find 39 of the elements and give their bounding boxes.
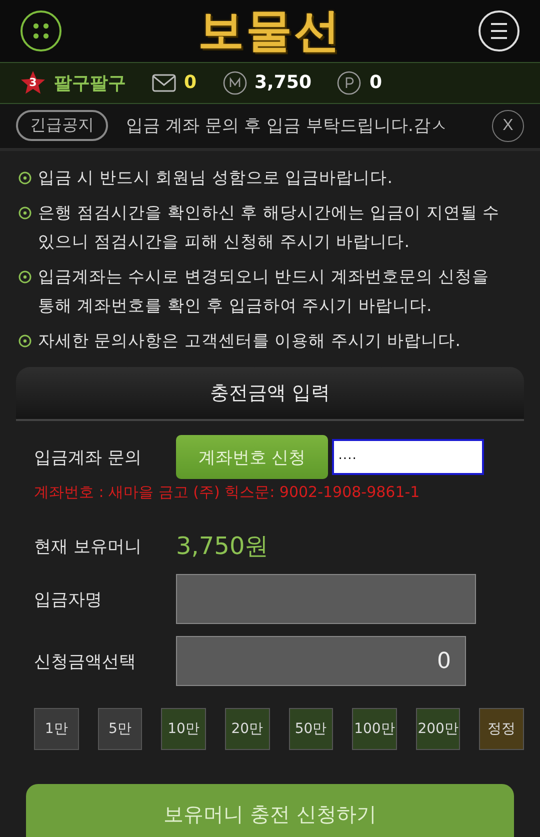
amount-button[interactable]: 20만 [224, 708, 270, 750]
money-balance: 3,750 [254, 72, 312, 94]
notice-text: 입금 계좌 문의 후 입금 부탁드립니다.감ㅅ [126, 115, 448, 138]
menu-icon[interactable] [478, 10, 520, 52]
notice-item: 입금계좌는 수시로 변경되오니 반드시 계좌번호문의 신청을 통해 계좌번호를 확인 후 입금하여 주시기 바랍니다. [38, 266, 490, 318]
username: 팔구팔구 [54, 72, 126, 95]
account-info: 계좌번호 : 새마을 금고 (주) 힉스문: 9002-1908-9861-1 [33, 482, 421, 502]
close-button[interactable]: X [492, 110, 524, 142]
amount-button[interactable]: 100만 [352, 708, 397, 750]
field-label: 입금자명 [34, 588, 103, 611]
notice-item: 입금 시 반드시 회원님 성함으로 입금바랍니다. [38, 167, 392, 190]
message-count: 0 [184, 72, 197, 94]
balance-amount: 3,750원 [176, 531, 269, 562]
amount-button[interactable]: 정정 [479, 708, 524, 750]
bullet-icon [18, 334, 32, 348]
field-label: 입금계좌 문의 [34, 446, 142, 469]
points-icon [337, 70, 362, 95]
amount-button[interactable]: 10만 [161, 708, 206, 750]
depositor-field[interactable] [176, 574, 476, 624]
amount-button[interactable]: 1만 [34, 708, 79, 750]
field-label: 신청금액선택 [34, 650, 137, 673]
amount-button[interactable]: 200만 [416, 708, 460, 750]
money-icon [222, 70, 247, 95]
points-balance: 0 [369, 72, 382, 94]
mail-icon[interactable] [152, 74, 176, 92]
password-field[interactable]: ···· [332, 439, 484, 476]
panel-header: 충전금액 입력 [16, 367, 524, 422]
notice-item: 은행 점검시간을 확인하신 후 해당시간에는 입금이 지연될 수 있으니 점검시간을 피해 신청해 주시기 바랍니다. [38, 202, 501, 254]
bullet-icon [18, 206, 32, 220]
amount-button[interactable]: 50만 [288, 708, 334, 750]
level-star-icon: 3 [20, 70, 46, 96]
apps-icon[interactable] [20, 10, 62, 52]
amount-button[interactable]: 5만 [98, 708, 142, 750]
field-label: 현재 보유머니 [34, 536, 142, 558]
notice-item: 자세한 문의사항은 고객센터를 이용해 주시기 바랍니다. [38, 330, 460, 352]
urgent-notice-badge: 긴급공지 [16, 110, 108, 142]
bullet-icon [18, 270, 32, 284]
bullet-icon [18, 171, 32, 186]
amount-field[interactable]: 0 [176, 636, 466, 686]
